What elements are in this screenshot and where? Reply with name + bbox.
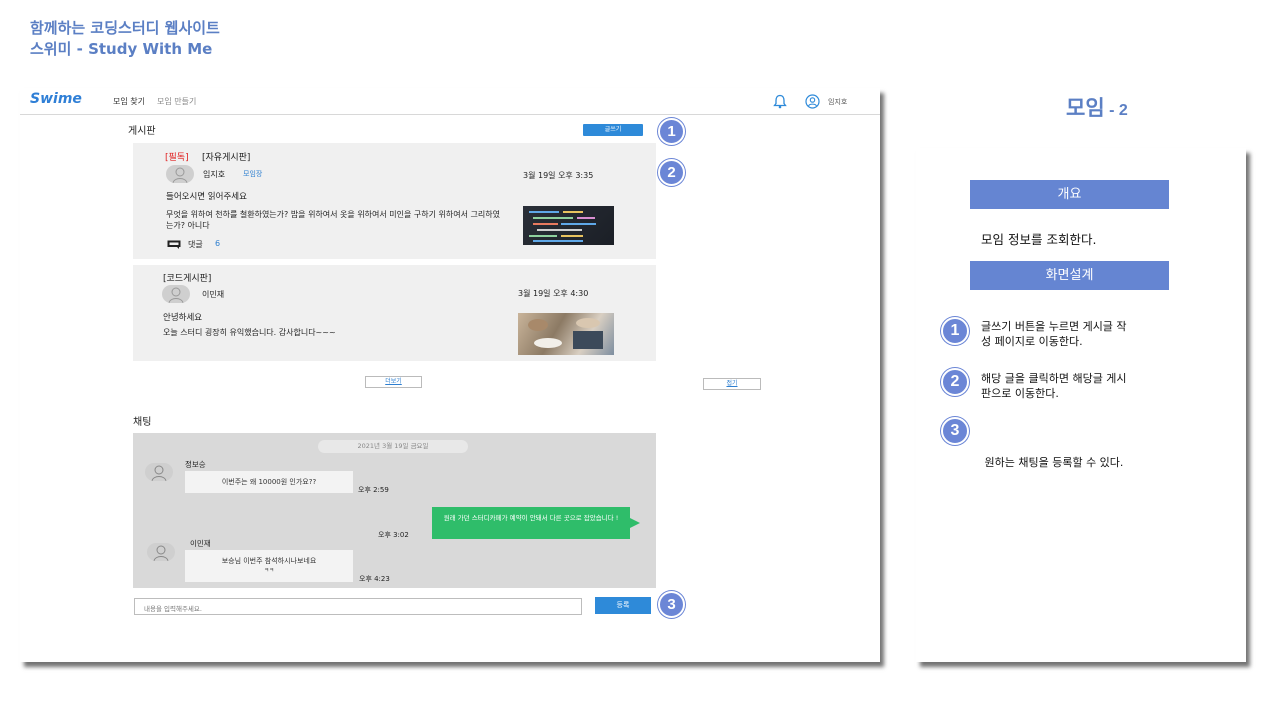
design-bar: 화면설계 [970, 261, 1169, 290]
post-title: 안녕하세요 [163, 313, 203, 323]
role-badge: 모임장 [243, 170, 263, 178]
description-item-line: 해당 글을 클릭하면 해당글 게시 [981, 372, 1127, 385]
post-body: 무엇을 위하여 천하를 철환하였는가? 밥을 위하여서 옷을 위하여서 미인을 … [166, 210, 500, 230]
page-heading: 함께하는 코딩스터디 웹사이트 스위미 - Study With Me [30, 18, 220, 60]
description-panel [916, 148, 1246, 662]
fold-button[interactable]: 접기 [703, 378, 761, 390]
post-thumbnail [518, 313, 614, 355]
post-card[interactable]: [필독] [자유게시판] 임지호 모임장 3월 19일 오후 3:35 들어오시… [133, 143, 656, 259]
comment-icon [167, 240, 181, 249]
notice-tag: [필독] [165, 153, 189, 163]
user-circle-icon[interactable] [805, 94, 820, 109]
description-title-main: 모임 [1066, 97, 1105, 120]
nav-link-find-group[interactable]: 모임 찾기 [113, 96, 145, 107]
bubble-tail [630, 518, 640, 528]
description-item-line: 원하는 채팅을 등록할 수 있다. [981, 456, 1124, 469]
page-heading-line2: 스위미 - Study With Me [30, 40, 213, 58]
bell-icon[interactable] [773, 94, 787, 109]
chat-bubble-text: 보승님 이번주 참석하시나보네요 [221, 557, 317, 565]
description-item-line: 판으로 이동한다. [981, 387, 1059, 400]
description-item-line: 성 페이지로 이동한다. [981, 335, 1083, 348]
overview-bar: 개요 [970, 180, 1169, 209]
chat-bubble-text: ㅋㅋ [263, 568, 275, 574]
chat-label: 채팅 [133, 417, 152, 428]
post-author: 임지호 [203, 170, 226, 179]
annotation-marker-3: 3 [658, 591, 685, 618]
overview-text: 모임 정보를 조회한다. [981, 232, 1097, 247]
screen-mockup: Swime 모임 찾기 모임 만들기 임지호 게시판 글쓰기 [필독] [자유게… [20, 88, 880, 662]
post-author: 이민재 [202, 290, 225, 299]
avatar [147, 543, 175, 561]
chat-input[interactable]: 내용을 입력해주세요. [134, 598, 582, 615]
description-marker-1: 1 [941, 317, 969, 345]
description-item-3: 원하는 채팅을 등록할 수 있다. [981, 425, 1123, 485]
chat-bubble-mine[interactable]: 원래 가던 스터디카페가 예약이 안돼서 다른 곳으로 잡았습니다 ! [432, 507, 630, 539]
description-marker-2: 2 [941, 368, 969, 396]
post-title: 들어오시면 읽어주세요 [166, 192, 247, 202]
send-button[interactable]: 등록 [595, 597, 651, 614]
description-item-2: 해당 글을 클릭하면 해당글 게시 판으로 이동한다. [981, 371, 1127, 401]
page-heading-line1: 함께하는 코딩스터디 웹사이트 [30, 19, 220, 37]
nav-user-name[interactable]: 임지호 [828, 97, 847, 107]
more-button[interactable]: 더보기 [365, 376, 422, 388]
description-title-suffix: - 2 [1109, 102, 1128, 119]
post-date: 3월 19일 오후 3:35 [523, 171, 594, 180]
comment-count: 6 [215, 239, 221, 248]
chat-bubble[interactable]: 이번주는 왜 10000원 인가요?? [185, 471, 353, 493]
chat-sender-name: 정보승 [185, 460, 206, 469]
avatar [145, 463, 173, 481]
chat-date-pill: 2021년 3월 19일 금요일 [318, 440, 468, 453]
chat-sender-name: 이민재 [190, 539, 211, 548]
post-card[interactable]: [코드게시판] 이민재 3월 19일 오후 4:30 안녕하세요 오늘 스터디 … [133, 265, 656, 361]
description-title: 모임 - 2 [1066, 92, 1128, 122]
chat-time: 오후 3:02 [378, 531, 409, 539]
chat-time: 오후 4:23 [359, 575, 390, 583]
description-item-1: 글쓰기 버튼을 누르면 게시글 작 성 페이지로 이동한다. [981, 319, 1127, 349]
annotation-marker-1: 1 [658, 118, 685, 145]
top-nav: Swime 모임 찾기 모임 만들기 임지호 [20, 88, 880, 115]
board-label: 게시판 [128, 126, 156, 137]
description-item-line: 글쓰기 버튼을 누르면 게시글 작 [981, 320, 1127, 333]
category-tag: [코드게시판] [163, 274, 212, 284]
post-body: 오늘 스터디 굉장히 유익했습니다. 감사합니다~~~ [163, 328, 336, 337]
post-date: 3월 19일 오후 4:30 [518, 289, 589, 298]
post-thumbnail [523, 206, 614, 245]
description-marker-3: 3 [941, 417, 969, 445]
category-tag: [자유게시판] [202, 153, 251, 163]
avatar [162, 285, 190, 303]
chat-bubble[interactable]: 보승님 이번주 참석하시나보네요 ㅋㅋ [185, 550, 353, 582]
comment-label: 댓글 [188, 240, 203, 249]
write-button[interactable]: 글쓰기 [583, 124, 643, 136]
chat-time: 오후 2:59 [358, 486, 389, 494]
logo[interactable]: Swime [30, 91, 82, 107]
nav-link-create-group[interactable]: 모임 만들기 [157, 96, 196, 107]
chat-area[interactable]: 2021년 3월 19일 금요일 정보승 이번주는 왜 10000원 인가요??… [133, 433, 656, 588]
annotation-marker-2: 2 [658, 159, 685, 186]
avatar [166, 165, 194, 183]
